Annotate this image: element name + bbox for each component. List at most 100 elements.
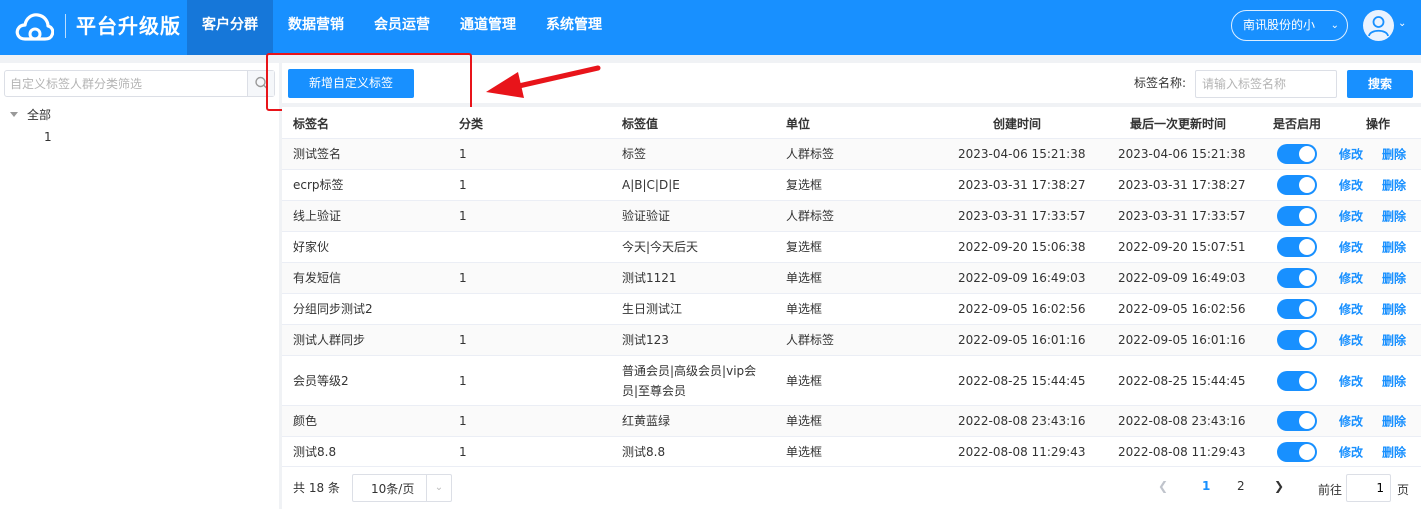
cell-tag-name: ecrp标签 bbox=[293, 178, 344, 192]
tag-table: 标签名 分类 标签值 单位 创建时间 最后一次更新时间 是否启用 操作 测试签名… bbox=[282, 107, 1421, 467]
toggle-knob bbox=[1299, 372, 1315, 389]
page-size-value: 10条/页 bbox=[371, 482, 415, 496]
page-2[interactable]: 2 bbox=[1237, 479, 1245, 493]
delete-link[interactable]: 删除 bbox=[1382, 270, 1406, 287]
enabled-toggle[interactable] bbox=[1277, 237, 1317, 257]
toggle-knob bbox=[1299, 301, 1315, 317]
tree-node-all[interactable]: 全部 bbox=[10, 107, 51, 123]
edit-link[interactable]: 修改 bbox=[1339, 177, 1363, 194]
table-row: 测试人群同步 1 测试123 人群标签 2022-09-05 16:01:16 … bbox=[282, 325, 1421, 356]
cell-tag-name: 测试签名 bbox=[293, 147, 342, 161]
cell-created: 2022-08-25 15:44:45 bbox=[958, 373, 1086, 388]
goto-page-input[interactable] bbox=[1346, 474, 1391, 502]
enabled-toggle[interactable] bbox=[1277, 299, 1317, 319]
cell-category: 1 bbox=[459, 373, 467, 388]
nav-item-data-marketing[interactable]: 数据营销 bbox=[273, 0, 359, 55]
cell-category: 1 bbox=[459, 147, 467, 161]
edit-link[interactable]: 修改 bbox=[1339, 270, 1363, 287]
delete-link[interactable]: 删除 bbox=[1382, 239, 1406, 256]
edit-link[interactable]: 修改 bbox=[1339, 443, 1363, 460]
cell-category: 1 bbox=[459, 209, 467, 223]
avatar-chevron-down-icon[interactable]: ⌄ bbox=[1398, 18, 1406, 29]
col-updated: 最后一次更新时间 bbox=[1130, 117, 1227, 131]
cell-unit: 人群标签 bbox=[786, 209, 835, 223]
cell-updated: 2022-09-05 16:02:56 bbox=[1118, 302, 1246, 316]
cell-created: 2023-04-06 15:21:38 bbox=[958, 147, 1086, 161]
chevron-down-icon[interactable]: ⌄ bbox=[426, 475, 451, 501]
company-select[interactable]: 南讯股份的小 ⌄ bbox=[1231, 10, 1348, 41]
nav-item-customer-segments[interactable]: 客户分群 bbox=[187, 0, 273, 55]
brand-title: 平台升级版 bbox=[76, 14, 181, 38]
delete-link[interactable]: 删除 bbox=[1382, 177, 1406, 194]
cell-tag-name: 有发短信 bbox=[293, 271, 342, 285]
tag-name-input[interactable] bbox=[1195, 70, 1337, 98]
goto-unit: 页 bbox=[1397, 483, 1410, 497]
tree-search-input[interactable] bbox=[5, 71, 248, 96]
edit-link[interactable]: 修改 bbox=[1339, 239, 1363, 256]
toggle-knob bbox=[1299, 443, 1315, 460]
col-tag-name: 标签名 bbox=[293, 117, 330, 131]
delete-link[interactable]: 删除 bbox=[1382, 146, 1406, 163]
enabled-toggle[interactable] bbox=[1277, 268, 1317, 288]
search-button[interactable]: 搜索 bbox=[1347, 70, 1413, 98]
enabled-toggle[interactable] bbox=[1277, 330, 1317, 350]
enabled-toggle[interactable] bbox=[1277, 206, 1317, 226]
enabled-toggle[interactable] bbox=[1277, 175, 1317, 195]
edit-link[interactable]: 修改 bbox=[1339, 413, 1363, 430]
next-page-icon[interactable]: ❯ bbox=[1274, 479, 1284, 493]
prev-page-icon[interactable]: ❮ bbox=[1158, 479, 1168, 493]
delete-link[interactable]: 删除 bbox=[1382, 332, 1406, 349]
cell-tag-value: 普通会员|高级会员|vip会员|至尊会员 bbox=[622, 363, 757, 398]
nav-item-channel-management[interactable]: 通道管理 bbox=[445, 0, 531, 55]
page-size-select[interactable]: 10条/页 ⌄ bbox=[352, 474, 452, 502]
cell-unit: 人群标签 bbox=[786, 333, 835, 347]
caret-down-icon[interactable] bbox=[10, 112, 18, 117]
edit-link[interactable]: 修改 bbox=[1339, 146, 1363, 163]
cell-updated: 2022-08-25 15:44:45 bbox=[1118, 373, 1246, 388]
tree-node-all-label: 全部 bbox=[27, 108, 52, 122]
table-row: 线上验证 1 验证验证 人群标签 2023-03-31 17:33:57 202… bbox=[282, 201, 1421, 232]
tag-name-label: 标签名称: bbox=[1134, 76, 1187, 90]
table-header: 标签名 分类 标签值 单位 创建时间 最后一次更新时间 是否启用 操作 bbox=[282, 107, 1421, 139]
cell-tag-name: 好家伙 bbox=[293, 240, 330, 254]
cell-tag-value: 测试1121 bbox=[622, 271, 677, 285]
enabled-toggle[interactable] bbox=[1277, 370, 1317, 391]
cloud-logo-icon bbox=[15, 13, 54, 41]
cell-tag-value: 红黄蓝绿 bbox=[622, 414, 671, 428]
edit-link[interactable]: 修改 bbox=[1339, 372, 1363, 389]
highlight-box bbox=[266, 53, 472, 111]
cell-created: 2022-09-05 16:01:16 bbox=[958, 333, 1086, 347]
edit-link[interactable]: 修改 bbox=[1339, 301, 1363, 318]
delete-link[interactable]: 删除 bbox=[1382, 208, 1406, 225]
avatar[interactable] bbox=[1363, 10, 1394, 41]
enabled-toggle[interactable] bbox=[1277, 441, 1317, 462]
cell-updated: 2022-08-08 11:29:43 bbox=[1118, 444, 1246, 459]
enabled-toggle[interactable] bbox=[1277, 144, 1317, 164]
page-1[interactable]: 1 bbox=[1202, 479, 1210, 493]
nav-item-member-operations[interactable]: 会员运营 bbox=[359, 0, 445, 55]
enabled-toggle[interactable] bbox=[1277, 411, 1317, 431]
cell-unit: 人群标签 bbox=[786, 147, 835, 161]
col-enabled: 是否启用 bbox=[1273, 117, 1322, 131]
cell-created: 2022-09-09 16:49:03 bbox=[958, 271, 1086, 285]
goto-label: 前往 bbox=[1318, 483, 1343, 497]
cell-updated: 2023-03-31 17:33:57 bbox=[1118, 209, 1246, 223]
cell-tag-value: 验证验证 bbox=[622, 209, 671, 223]
toggle-knob bbox=[1299, 332, 1315, 348]
cell-created: 2022-08-08 23:43:16 bbox=[958, 414, 1086, 428]
edit-link[interactable]: 修改 bbox=[1339, 208, 1363, 225]
delete-link[interactable]: 删除 bbox=[1382, 301, 1406, 318]
table-row: 好家伙 今天|今天后天 复选框 2022-09-20 15:06:38 2022… bbox=[282, 232, 1421, 263]
nav-item-system-management[interactable]: 系统管理 bbox=[531, 0, 617, 55]
cell-updated: 2022-09-05 16:01:16 bbox=[1118, 333, 1246, 347]
cell-created: 2022-08-08 11:29:43 bbox=[958, 444, 1086, 459]
delete-link[interactable]: 删除 bbox=[1382, 372, 1406, 389]
delete-link[interactable]: 删除 bbox=[1382, 413, 1406, 430]
cell-tag-value: 今天|今天后天 bbox=[622, 240, 699, 254]
delete-link[interactable]: 删除 bbox=[1382, 443, 1406, 460]
cell-created: 2023-03-31 17:33:57 bbox=[958, 209, 1086, 223]
table-row: 会员等级2 1 普通会员|高级会员|vip会员|至尊会员 单选框 2022-08… bbox=[282, 356, 1421, 406]
col-category: 分类 bbox=[459, 117, 484, 131]
tree-node-1[interactable]: 1 bbox=[44, 129, 52, 145]
edit-link[interactable]: 修改 bbox=[1339, 332, 1363, 349]
